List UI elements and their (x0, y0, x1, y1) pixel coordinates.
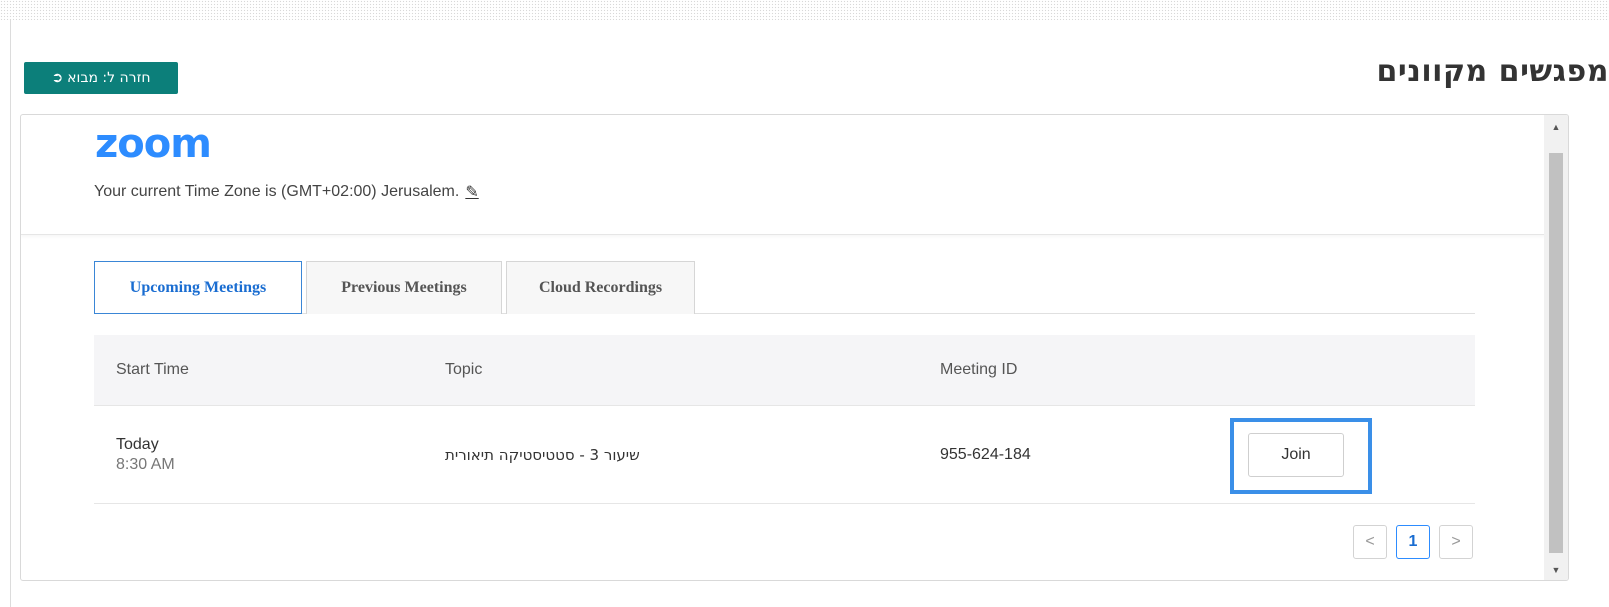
page-1-button[interactable]: 1 (1396, 525, 1430, 559)
page-title: מפגשים מקוונים (1376, 54, 1609, 89)
meetings-table: Start Time Topic Meeting ID Today 8:30 A… (94, 335, 1475, 504)
back-button-label: חזרה ל: מבוא (67, 70, 151, 86)
pagination: < 1 > (1353, 525, 1473, 559)
tab-label: Cloud Recordings (538, 279, 663, 296)
next-page-button[interactable]: > (1439, 525, 1473, 559)
tab-upcoming-meetings[interactable]: Upcoming Meetings (94, 261, 302, 314)
tab-cloud-recordings[interactable]: Cloud Recordings (506, 261, 695, 314)
start-time-cell: Today 8:30 AM (116, 436, 175, 474)
timezone-text: Your current Time Zone is (GMT+02:00) Je… (94, 183, 460, 200)
prev-page-button[interactable]: < (1353, 525, 1387, 559)
meeting-topic: שיעור 3 - סטטיסטיקה תיאורית (445, 445, 640, 464)
start-time: 8:30 AM (116, 455, 175, 473)
scroll-down-icon[interactable]: ▼ (1544, 560, 1568, 580)
zoom-header: zoom Your current Time Zone is (GMT+02:0… (21, 115, 1546, 235)
top-dotted-strip (0, 0, 1609, 20)
header-start-time: Start Time (116, 361, 189, 378)
join-highlight: Join (1230, 418, 1372, 494)
tab-label: Previous Meetings (341, 279, 467, 296)
zoom-meetings-frame: zoom Your current Time Zone is (GMT+02:0… (20, 114, 1569, 581)
pencil-icon[interactable]: ✎ (465, 182, 478, 202)
start-date: Today (116, 435, 159, 453)
header-topic: Topic (445, 361, 483, 378)
left-border-line (10, 20, 11, 607)
timezone-line: Your current Time Zone is (GMT+02:00) Je… (94, 182, 479, 202)
back-to-intro-button[interactable]: חזרה ל: מבוא ➲ (24, 62, 178, 94)
zoom-logo: zoom (95, 121, 212, 167)
sign-in-icon: ➲ (51, 70, 64, 86)
join-button[interactable]: Join (1248, 433, 1344, 477)
scroll-up-icon[interactable]: ▲ (1544, 117, 1568, 137)
meeting-id: 955-624-184 (940, 445, 1031, 463)
meeting-tabs: Upcoming Meetings Previous Meetings Clou… (94, 261, 1475, 314)
table-header: Start Time Topic Meeting ID (94, 335, 1475, 406)
tab-label: Upcoming Meetings (129, 278, 267, 296)
tab-previous-meetings[interactable]: Previous Meetings (306, 261, 502, 314)
scrollbar-thumb[interactable] (1549, 153, 1563, 553)
header-meeting-id: Meeting ID (940, 361, 1018, 378)
scrollbar[interactable]: ▲ ▼ (1544, 115, 1568, 580)
table-row: Today 8:30 AM שיעור 3 - סטטיסטיקה תיאורי… (94, 406, 1475, 504)
